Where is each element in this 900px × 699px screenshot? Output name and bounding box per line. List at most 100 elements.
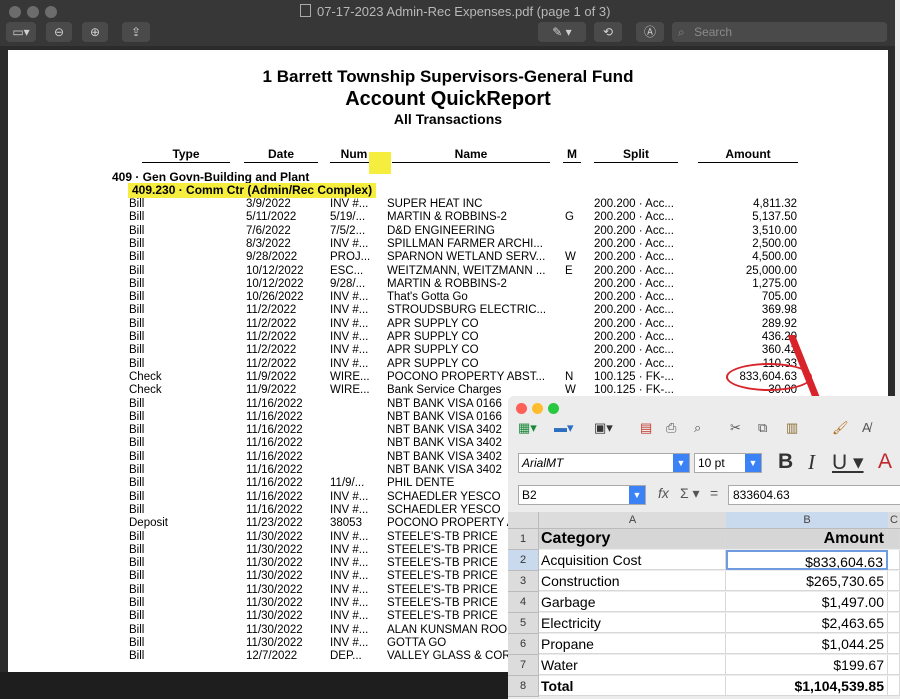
zoom-window-button[interactable] <box>45 6 57 18</box>
cell-date: 11/16/2022 <box>246 424 303 437</box>
cell-amount[interactable]: Amount <box>726 529 888 549</box>
rotate-button[interactable]: ⟲ <box>594 22 622 42</box>
cell-category[interactable]: Category <box>539 529 726 549</box>
column-header-a[interactable]: A <box>539 512 727 529</box>
underline-button[interactable]: U ▾ <box>832 450 864 475</box>
clear-format-icon[interactable]: A̸ <box>862 420 871 442</box>
cell-c[interactable] <box>888 655 900 675</box>
sheet-minimize-button[interactable] <box>532 403 543 414</box>
cell-amount[interactable]: $199.67 <box>726 655 888 675</box>
sheet-close-button[interactable] <box>516 403 527 414</box>
cell-amount[interactable]: $2,463.65 <box>726 613 888 633</box>
cell-name: POCONO PROPERTY ABST... <box>387 370 546 383</box>
cell-category[interactable]: Propane <box>539 634 726 654</box>
cell-amount[interactable]: $1,104,539.85 <box>726 676 888 696</box>
cell-amount[interactable]: $265,730.65 <box>726 571 888 591</box>
bold-button[interactable]: B <box>778 450 793 474</box>
name-box[interactable]: B2 ▼ <box>518 485 646 505</box>
cell-category[interactable]: Water <box>539 655 726 675</box>
report-subtitle: Account QuickReport <box>345 88 551 110</box>
cell-c[interactable] <box>888 613 900 633</box>
cell-date: 5/11/2022 <box>246 211 297 224</box>
row-header[interactable]: 7 <box>508 655 539 676</box>
cell-amount: 3,510.00 <box>752 224 797 237</box>
clone-format-icon[interactable]: 🖌 <box>832 420 849 442</box>
cell-amount[interactable]: $833,604.63 <box>726 550 888 570</box>
markup-button[interactable]: ✎ ▾ <box>538 22 586 42</box>
cell-num: 7/5/2... <box>330 224 366 237</box>
cell-category[interactable]: Total <box>539 676 726 696</box>
cell-date: 11/16/2022 <box>246 503 303 516</box>
cell-c[interactable] <box>888 529 900 549</box>
row-header[interactable]: 6 <box>508 634 539 655</box>
row-header[interactable]: 2 <box>508 550 539 571</box>
row-header[interactable]: 3 <box>508 571 539 592</box>
cut-icon[interactable]: ✂ <box>730 420 741 442</box>
cell-c[interactable] <box>888 676 900 696</box>
cell-type: Bill <box>129 623 145 636</box>
paste-icon[interactable]: ▥ <box>786 420 798 442</box>
cell-c[interactable] <box>888 592 900 612</box>
table-row: Bill 11/2/2022 INV #... STROUDSBURG ELECTRI… <box>8 304 888 317</box>
cell-category[interactable]: Construction <box>539 571 726 591</box>
row-header[interactable]: 5 <box>508 613 539 634</box>
cell-date: 11/9/2022 <box>246 370 297 383</box>
new-spreadsheet-icon[interactable]: ▦▾ <box>518 420 537 442</box>
zoom-in-button[interactable]: ⊕ <box>82 22 108 42</box>
font-name-select[interactable]: ArialMT ▼ <box>518 453 690 473</box>
corner-header[interactable] <box>508 512 539 529</box>
formula-input[interactable]: 833604.63 <box>728 485 900 505</box>
row-header[interactable]: 4 <box>508 592 539 613</box>
font-size-select[interactable]: 10 pt ▼ <box>694 453 762 473</box>
cell-date: 11/16/2022 <box>246 437 303 450</box>
cell-num: INV #... <box>330 198 369 210</box>
cell-name: STEELE'S-TB PRICE <box>387 530 498 543</box>
cell-c[interactable] <box>888 571 900 591</box>
close-window-button[interactable] <box>9 6 21 18</box>
zoom-out-button[interactable]: ⊖ <box>46 22 72 42</box>
print-preview-icon[interactable]: ⌕ <box>694 420 701 442</box>
cell-name: PHIL DENTE <box>387 477 455 490</box>
cell-category[interactable]: Electricity <box>539 613 726 633</box>
sheet-zoom-button[interactable] <box>548 403 559 414</box>
cell-type: Check <box>129 384 162 397</box>
column-header-b[interactable]: B <box>726 512 889 529</box>
row-header[interactable]: 1 <box>508 529 539 550</box>
font-color-button[interactable]: A <box>878 450 892 474</box>
column-header-c[interactable]: C <box>888 512 900 529</box>
cell-date: 12/7/2022 <box>246 650 298 663</box>
cell-category[interactable]: Acquisition Cost <box>539 550 726 570</box>
cell-type: Bill <box>129 304 145 317</box>
col-header-amount: Amount <box>698 147 798 163</box>
sidebar-toggle-button[interactable]: ▭▾ <box>6 22 36 42</box>
cell-name: MARTIN & ROBBINS-2 <box>387 277 507 290</box>
search-field[interactable]: ⌕ Search <box>672 22 887 42</box>
function-wizard-icon[interactable]: fx <box>658 485 669 501</box>
cell-c[interactable] <box>888 634 900 654</box>
cell-category[interactable]: Garbage <box>539 592 726 612</box>
cell-name: That's Gotta Go <box>387 291 468 304</box>
copy-icon[interactable]: ⧉ <box>758 420 767 442</box>
pen-icon: ✎ ▾ <box>552 25 572 39</box>
save-icon[interactable]: ▣▾ <box>594 420 613 442</box>
italic-button[interactable]: I <box>808 450 815 475</box>
export-pdf-icon[interactable]: ▤ <box>640 420 652 442</box>
print-icon[interactable]: ⎙ <box>666 420 676 442</box>
cell-amount[interactable]: $1,044.25 <box>726 634 888 654</box>
sum-icon[interactable]: Σ ▾ <box>680 485 700 502</box>
table-row: Bill 11/2/2022 INV #... APR SUPPLY CO 200.20… <box>8 344 888 357</box>
cell-c[interactable] <box>888 550 900 570</box>
cell-date: 11/30/2022 <box>246 610 303 623</box>
report-title: 1 Barrett Township Supervisors-General F… <box>262 67 634 86</box>
chevron-down-icon: ▼ <box>745 454 761 472</box>
cell-name: SPARNON WETLAND SERV... <box>387 251 546 264</box>
row-header[interactable]: 8 <box>508 676 539 697</box>
table-row: Bill 10/12/2022 ESC... WEITZMANN, WEITZMANN… <box>8 265 888 278</box>
annotate-button[interactable]: Ⓐ <box>636 22 664 42</box>
share-button[interactable]: ⇪ <box>122 22 150 42</box>
open-folder-icon[interactable]: ▬▾ <box>554 420 574 442</box>
minimize-window-button[interactable] <box>27 6 39 18</box>
cell-amount: 2,500.00 <box>752 237 797 250</box>
equals-icon[interactable]: = <box>710 485 718 501</box>
cell-amount[interactable]: $1,497.00 <box>726 592 888 612</box>
